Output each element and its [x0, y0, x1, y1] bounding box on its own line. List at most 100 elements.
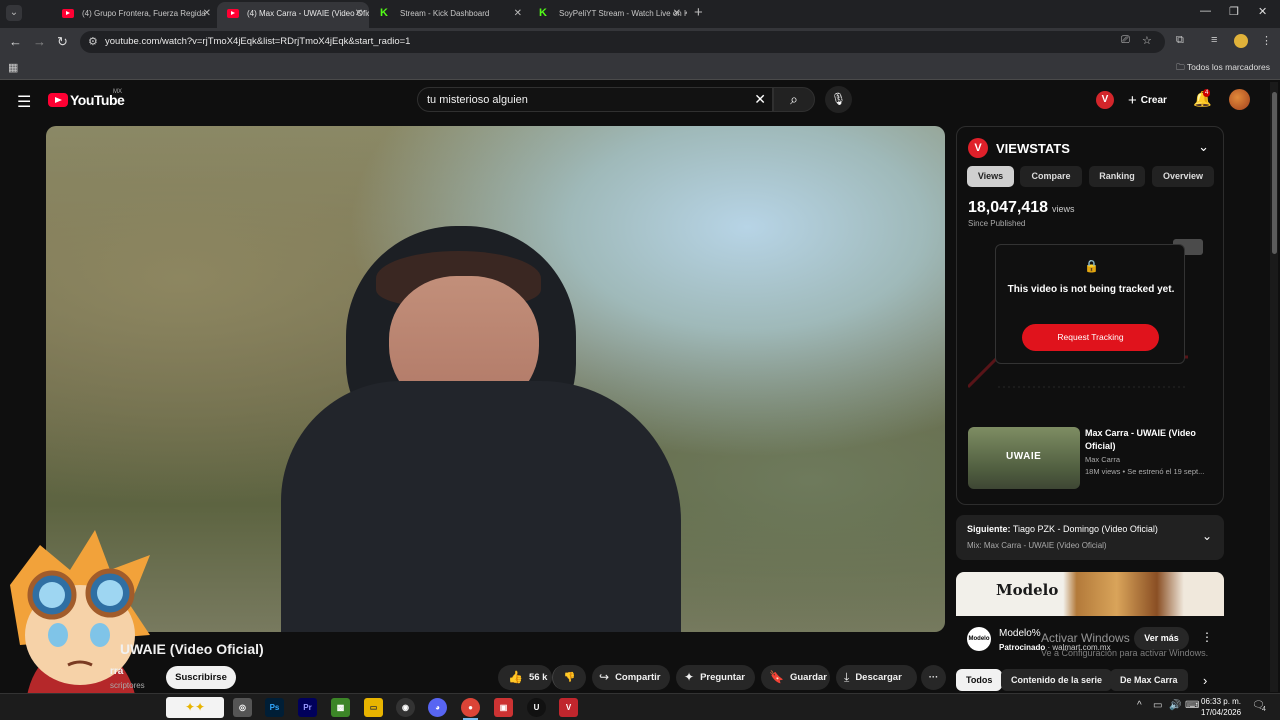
restore-icon[interactable]: ❐ — [1229, 5, 1239, 18]
subscribe-button[interactable]: Suscribirse — [166, 666, 236, 689]
hamburger-menu-icon[interactable]: ☰ — [17, 92, 31, 112]
vs-video-thumbnail[interactable]: UWAIE — [968, 427, 1080, 489]
youtube-logo-icon[interactable] — [48, 93, 68, 107]
voice-search-button[interactable]: 🎙 — [825, 86, 852, 113]
ask-button[interactable]: ✦ Preguntar — [676, 665, 755, 690]
create-button[interactable]: + Crear — [1128, 92, 1167, 109]
close-window-icon[interactable]: ✕ — [1258, 5, 1267, 18]
site-info-icon[interactable]: ⚙ — [88, 35, 98, 48]
forward-icon[interactable]: → — [33, 34, 46, 49]
search-input[interactable]: tu misterioso alguien ✕ — [417, 87, 773, 112]
playlist-next-panel[interactable]: Siguiente: Tiago PZK - Domingo (Video Of… — [956, 515, 1224, 560]
close-tab-icon[interactable]: ✕ — [514, 2, 522, 26]
file-explorer-icon[interactable]: ▭ — [364, 698, 383, 717]
close-tab-icon[interactable]: ✕ — [203, 2, 211, 26]
tray-overflow-icon[interactable]: ^ — [1137, 700, 1142, 711]
chip-series-content[interactable]: Contenido de la serie — [1001, 669, 1113, 691]
channel-name[interactable]: rra — [110, 666, 123, 677]
language-icon[interactable]: ⌨ — [1185, 700, 1199, 711]
apps-grid-icon[interactable]: ▦ — [8, 61, 18, 74]
youtube-header: ☰ YouTube MX tu misterioso alguien ✕ ⌕ 🎙… — [0, 80, 1280, 120]
dislike-button[interactable]: 👎 — [552, 665, 586, 690]
valorant-icon[interactable]: V — [559, 698, 578, 717]
game-app-icon[interactable]: ▣ — [494, 698, 513, 717]
save-button[interactable]: 🔖 Guardar — [761, 665, 830, 690]
share-button[interactable]: ↪ Compartir — [592, 665, 670, 690]
chip-from-channel[interactable]: De Max Carra — [1110, 669, 1188, 691]
viewstats-extension-icon[interactable]: V — [1096, 91, 1114, 109]
taskbar-app-icon[interactable]: ◎ — [233, 698, 252, 717]
share-icon: ↪ — [599, 670, 610, 684]
close-tab-icon[interactable]: ✕ — [673, 2, 681, 26]
url-text[interactable]: youtube.com/watch?v=rjTmoX4jEqk&list=RDr… — [105, 36, 410, 47]
browser-tab-active[interactable]: (4) Max Carra - UWAIE (Video Oficial) ✕ — [217, 2, 369, 28]
plus-icon: + — [1128, 92, 1137, 109]
like-button[interactable]: 👍 56 k — [498, 665, 552, 690]
youtube-icon — [227, 9, 239, 18]
download-button[interactable]: ⤓ Descargar — [836, 665, 917, 690]
cast-icon[interactable]: ⎚ — [1121, 34, 1130, 47]
extensions-icon[interactable]: ⧉ — [1176, 34, 1184, 47]
close-tab-icon[interactable]: ✕ — [355, 2, 363, 26]
reload-icon[interactable]: ↻ — [57, 34, 68, 50]
collapse-chevron-icon[interactable]: ⌄ — [1198, 139, 1209, 155]
unreal-icon[interactable]: U — [527, 698, 546, 717]
browser-tab[interactable]: K Stream - Kick Dashboard ✕ — [370, 2, 528, 28]
video-player[interactable] — [46, 126, 945, 632]
vs-tab-views[interactable]: Views — [967, 166, 1014, 187]
view-count-unit: views — [1052, 204, 1075, 214]
bookmark-star-icon[interactable]: ☆ — [1142, 34, 1152, 47]
more-actions-icon: ··· — [928, 672, 939, 683]
back-icon[interactable]: ← — [9, 34, 22, 49]
search-button[interactable]: ⌕ — [773, 87, 815, 112]
chrome-icon[interactable]: ● — [461, 698, 480, 720]
clear-search-icon[interactable]: ✕ — [754, 91, 766, 108]
all-bookmarks[interactable]: 🗀 Todos los marcadores — [1176, 62, 1270, 76]
vs-tab-overview[interactable]: Overview — [1152, 166, 1214, 187]
photoshop-icon[interactable]: Ps — [265, 698, 284, 717]
minimize-icon[interactable]: — — [1200, 5, 1211, 17]
tab-search-button[interactable]: ⌄ — [6, 5, 22, 21]
address-bar[interactable]: ⚙ youtube.com/watch?v=rjTmoX4jEqk&list=R… — [80, 31, 1165, 53]
clock-time: 06:33 p. m. — [1201, 697, 1242, 706]
browser-tab[interactable]: K SoyPeliYT Stream - Watch Live on Kick … — [529, 2, 687, 28]
profile-avatar[interactable] — [1234, 34, 1248, 48]
not-tracked-dialog: 🔒 This video is not being tracked yet. R… — [995, 244, 1185, 364]
account-avatar[interactable] — [1229, 89, 1250, 110]
vs-tab-ranking[interactable]: Ranking — [1089, 166, 1145, 187]
chip-all[interactable]: Todos — [956, 669, 1003, 691]
expand-chevron-icon[interactable]: ⌄ — [1202, 529, 1212, 543]
next-prefix: Siguiente: — [967, 524, 1011, 534]
browser-toolbar: ← → ↻ ⚙ youtube.com/watch?v=rjTmoX4jEqk&… — [0, 28, 1280, 56]
subscriber-count: scriptores — [110, 681, 145, 690]
vs-video-channel: Max Carra — [1085, 455, 1121, 464]
discord-icon[interactable]: ◕ — [428, 698, 447, 717]
vs-tab-compare[interactable]: Compare — [1020, 166, 1082, 187]
mix-title: Mix: Max Carra - UWAIE (Video Oficial) — [967, 541, 1107, 550]
more-actions-button[interactable]: ··· — [921, 665, 946, 690]
vs-video-title[interactable]: Max Carra - UWAIE (Video Oficial) — [1085, 427, 1217, 453]
volume-icon[interactable]: 🔊 — [1169, 700, 1181, 711]
advertiser-name: Modelo% — [999, 628, 1041, 639]
browser-tab[interactable]: (4) Grupo Frontera, Fuerza Regida ✕ — [52, 2, 217, 28]
ask-label: Preguntar — [700, 672, 745, 683]
new-tab-button[interactable]: + — [694, 4, 703, 21]
windows-taskbar: ✦✦ ◎ Ps Pr ▩ ▭ ◉ ◕ ● ▣ U V ^ ▭ 🔊 ⌨ 06:33… — [0, 693, 1280, 720]
premiere-icon[interactable]: Pr — [298, 698, 317, 717]
scrollbar-thumb[interactable] — [1272, 92, 1277, 254]
search-query[interactable]: tu misterioso alguien — [427, 94, 528, 106]
reading-list-icon[interactable]: ≡ — [1211, 34, 1217, 46]
request-tracking-button[interactable]: Request Tracking — [1022, 324, 1159, 351]
taskbar-clock[interactable]: 06:33 p. m. 17/04/2026 — [1201, 696, 1241, 718]
taskbar-search-widget[interactable]: ✦✦ — [166, 697, 224, 718]
ad-menu-icon[interactable]: ⋮ — [1201, 630, 1213, 644]
menu-kebab-icon[interactable]: ⋮ — [1261, 34, 1272, 47]
country-code: MX — [113, 89, 122, 95]
minecraft-icon[interactable]: ▩ — [331, 698, 350, 717]
microphone-icon: 🎙 — [830, 92, 847, 106]
chip-scroll-right-icon[interactable]: › — [1203, 673, 1207, 688]
network-icon[interactable]: ▭ — [1153, 700, 1162, 711]
ad-banner-image[interactable]: Modelo — [956, 572, 1224, 616]
ad-cta-button[interactable]: Ver más — [1134, 627, 1189, 650]
obs-icon[interactable]: ◉ — [396, 698, 415, 717]
